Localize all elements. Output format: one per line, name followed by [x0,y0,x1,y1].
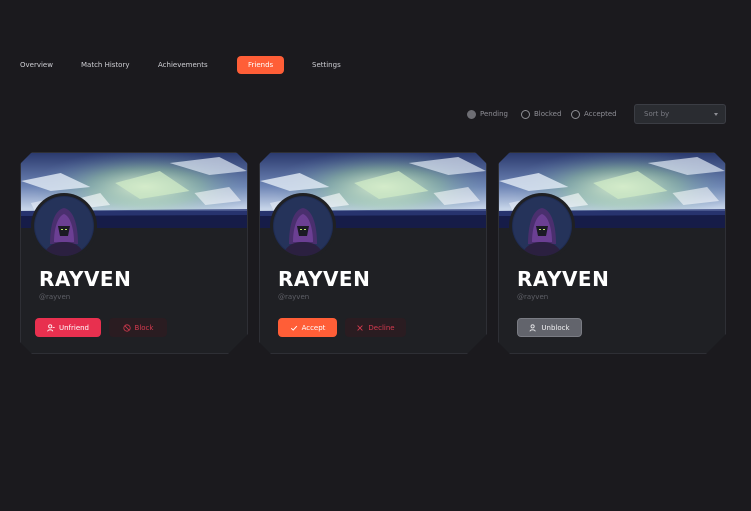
filter-blocked-radio[interactable]: Blocked [521,109,561,119]
friend-name: RAYVEN [278,267,371,291]
accept-button-label: Accept [301,323,326,332]
avatar [270,193,336,259]
radio-unchecked-icon [571,109,580,119]
friends-filter-bar: Pending Blocked Accepted Sort by [0,104,751,124]
decline-button-label: Decline [368,323,395,332]
unfriend-button-label: Unfriend [58,323,90,332]
friend-card: RAYVEN @rayven Unblock [498,152,726,354]
tab-achievements[interactable]: Achievements [158,56,208,74]
friend-name: RAYVEN [517,267,610,291]
user-minus-icon [47,324,55,332]
tab-match-history[interactable]: Match History [81,56,130,74]
accept-button[interactable]: Accept [278,318,337,337]
unfriend-button[interactable]: Unfriend [35,318,101,337]
friend-card: RAYVEN @rayven Unfriend Block [20,152,248,354]
filter-pending-radio[interactable]: Pending [467,109,508,119]
unblock-button-label: Unblock [541,323,570,332]
filter-accepted-radio[interactable]: Accepted [571,109,617,119]
decline-button[interactable]: Decline [345,318,406,337]
friend-card: RAYVEN @rayven Accept Decline [259,152,487,354]
block-icon [123,324,131,332]
tab-overview[interactable]: Overview [20,56,53,74]
user-icon [529,324,537,332]
x-icon [356,324,364,332]
tab-settings[interactable]: Settings [312,56,341,74]
friend-handle: @rayven [517,293,549,301]
check-icon [290,324,298,332]
block-button-label: Block [134,323,154,332]
avatar [509,193,575,259]
radio-checked-icon [467,109,476,119]
chevron-down-icon [714,113,718,116]
avatar [31,193,97,259]
tab-friends[interactable]: Friends [237,56,285,74]
friend-name: RAYVEN [39,267,132,291]
sort-by-placeholder: Sort by [644,110,670,118]
unblock-button[interactable]: Unblock [517,318,582,337]
friend-handle: @rayven [278,293,310,301]
radio-unchecked-icon [521,109,530,119]
friend-handle: @rayven [39,293,71,301]
filter-accepted-label: Accepted [584,110,617,118]
sort-by-select[interactable]: Sort by [634,104,726,124]
block-button[interactable]: Block [109,318,167,337]
filter-pending-label: Pending [480,110,508,118]
filter-blocked-label: Blocked [534,110,562,118]
